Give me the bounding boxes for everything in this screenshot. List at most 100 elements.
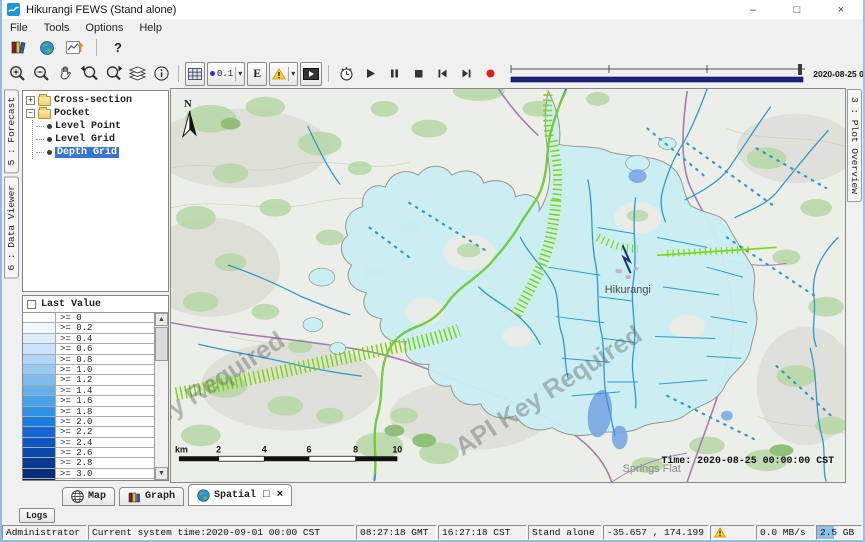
legend-row[interactable]: >= 0.2: [23, 323, 154, 333]
first-frame-button[interactable]: [430, 63, 454, 85]
logs-button[interactable]: Logs: [19, 508, 55, 523]
status-local-time: 16:27:18 CST: [438, 525, 527, 540]
tree-item-level-grid[interactable]: Level Grid: [33, 133, 168, 146]
info-button[interactable]: [149, 63, 173, 85]
color-swatch: [23, 417, 56, 426]
tab-plot-overview[interactable]: 3 : Plot Overview: [847, 89, 862, 202]
menu-file[interactable]: File: [2, 21, 36, 35]
legend-row[interactable]: >= 0.4: [23, 334, 154, 344]
tab-forecast[interactable]: 5 : Forecast: [4, 89, 19, 173]
time-slider[interactable]: [508, 62, 808, 86]
title-bar: Hikurangi FEWS (Stand alone) – □ ×: [2, 0, 863, 19]
record-icon: [484, 67, 497, 80]
panel-close-icon[interactable]: ×: [277, 489, 284, 501]
legend-row[interactable]: >= 1.6: [23, 396, 154, 406]
legend-scrollbar[interactable]: ▲ ▼: [154, 313, 168, 480]
window-controls: – □ ×: [731, 0, 863, 19]
close-button[interactable]: ×: [819, 0, 863, 19]
scrollbar-thumb[interactable]: [155, 327, 168, 361]
legend-row[interactable]: >= 2.0: [23, 417, 154, 427]
scroll-up-icon[interactable]: ▲: [155, 313, 168, 326]
svg-text:4: 4: [262, 444, 267, 454]
tab-graph[interactable]: Graph: [119, 487, 184, 506]
menu-tools[interactable]: Tools: [36, 21, 78, 35]
legend-row[interactable]: >= 2.2: [23, 427, 154, 437]
tree-item-pocket[interactable]: − Pocket: [23, 107, 168, 120]
tree-item-cross-section[interactable]: + Cross-section: [23, 94, 168, 107]
tree-label: Pocket: [54, 108, 90, 119]
chevron-down-icon[interactable]: ▾: [235, 67, 242, 81]
time-slider-handle[interactable]: [798, 64, 802, 75]
tree-guide: [36, 139, 44, 140]
pause-button[interactable]: [382, 63, 406, 85]
legend-row[interactable]: >= 3.2: [23, 479, 154, 480]
minimize-button[interactable]: –: [731, 0, 775, 19]
legend-row[interactable]: >= 0.6: [23, 344, 154, 354]
legend-row[interactable]: >= 2.6: [23, 448, 154, 458]
collapse-icon[interactable]: −: [26, 109, 35, 118]
info-icon: [153, 65, 170, 82]
zoom-in-button[interactable]: [5, 63, 29, 85]
stop-button[interactable]: [406, 63, 430, 85]
legend-row[interactable]: >= 2.8: [23, 458, 154, 468]
legend-header: Last Value: [23, 296, 168, 312]
map-canvas[interactable]: API Key Required API Key Required Hikura…: [171, 89, 845, 482]
help-button[interactable]: ?: [106, 37, 130, 59]
map-view-button[interactable]: [35, 37, 59, 59]
color-swatch: [23, 469, 56, 478]
zoom-out-button[interactable]: [29, 63, 53, 85]
layer-tree: + Cross-section − Pocket Level Point: [22, 90, 169, 292]
menu-bar: File Tools Options Help: [2, 19, 863, 36]
tab-spatial[interactable]: Spatial □ ×: [188, 484, 292, 506]
expand-icon[interactable]: +: [26, 96, 35, 105]
legend-row[interactable]: >= 1.4: [23, 386, 154, 396]
legend-row[interactable]: >= 1.0: [23, 365, 154, 375]
scale-unit: km: [175, 444, 188, 454]
tree-item-depth-grid[interactable]: Depth Grid: [33, 146, 168, 159]
globe-icon: [197, 489, 210, 502]
bar-chart-icon: [128, 491, 141, 503]
status-user: Administrator: [2, 525, 87, 540]
zoom-previous-button[interactable]: [77, 63, 101, 85]
color-swatch: [23, 344, 56, 353]
status-mode: Stand alone: [528, 525, 602, 540]
database-button[interactable]: [7, 37, 31, 59]
help-icon: ?: [114, 40, 122, 55]
legend-row[interactable]: >= 0.8: [23, 355, 154, 365]
legend-row[interactable]: >= 0: [23, 313, 154, 323]
export-timeseries-button[interactable]: [63, 37, 87, 59]
contour-value-button[interactable]: 0.1 ▾: [207, 62, 245, 86]
thresholds-button[interactable]: ▾: [269, 62, 298, 86]
map-view[interactable]: API Key Required API Key Required Hikura…: [170, 88, 846, 483]
legend-row[interactable]: >= 3.0: [23, 469, 154, 479]
last-value-label: Last Value: [41, 299, 101, 310]
tab-data-viewer[interactable]: 6 : Data Viewer: [4, 177, 19, 279]
zoom-next-button[interactable]: [101, 63, 125, 85]
status-warning-cell[interactable]: [710, 525, 755, 540]
record-button[interactable]: [478, 63, 502, 85]
last-value-checkbox[interactable]: [27, 300, 36, 309]
animation-settings-button[interactable]: [334, 63, 358, 85]
map-time-label: Time: 2020-08-25 00:00:00 CST: [661, 455, 834, 466]
menu-help[interactable]: Help: [131, 21, 170, 35]
tree-item-level-point[interactable]: Level Point: [33, 120, 168, 133]
legend-row[interactable]: >= 1.2: [23, 375, 154, 385]
pan-button[interactable]: [53, 63, 77, 85]
tab-map[interactable]: Map: [62, 487, 115, 506]
status-download-rate: 0.0 MB/s: [756, 525, 815, 540]
chevron-down-icon[interactable]: ▾: [288, 67, 295, 81]
legend-row[interactable]: >= 1.8: [23, 407, 154, 417]
toolbar-separator: [178, 65, 179, 82]
scroll-down-icon[interactable]: ▼: [155, 467, 168, 480]
last-frame-button[interactable]: [454, 63, 478, 85]
layers-button[interactable]: [125, 63, 149, 85]
legend-button[interactable]: E: [247, 62, 267, 86]
panel-maximize-icon[interactable]: □: [263, 489, 270, 501]
grid-display-button[interactable]: [185, 62, 205, 86]
play-button[interactable]: [358, 63, 382, 85]
maximize-button[interactable]: □: [775, 0, 819, 19]
legend-row[interactable]: >= 2.4: [23, 438, 154, 448]
menu-options[interactable]: Options: [77, 21, 131, 35]
scrollbar-track[interactable]: [155, 362, 168, 467]
animation-button[interactable]: [300, 62, 322, 86]
